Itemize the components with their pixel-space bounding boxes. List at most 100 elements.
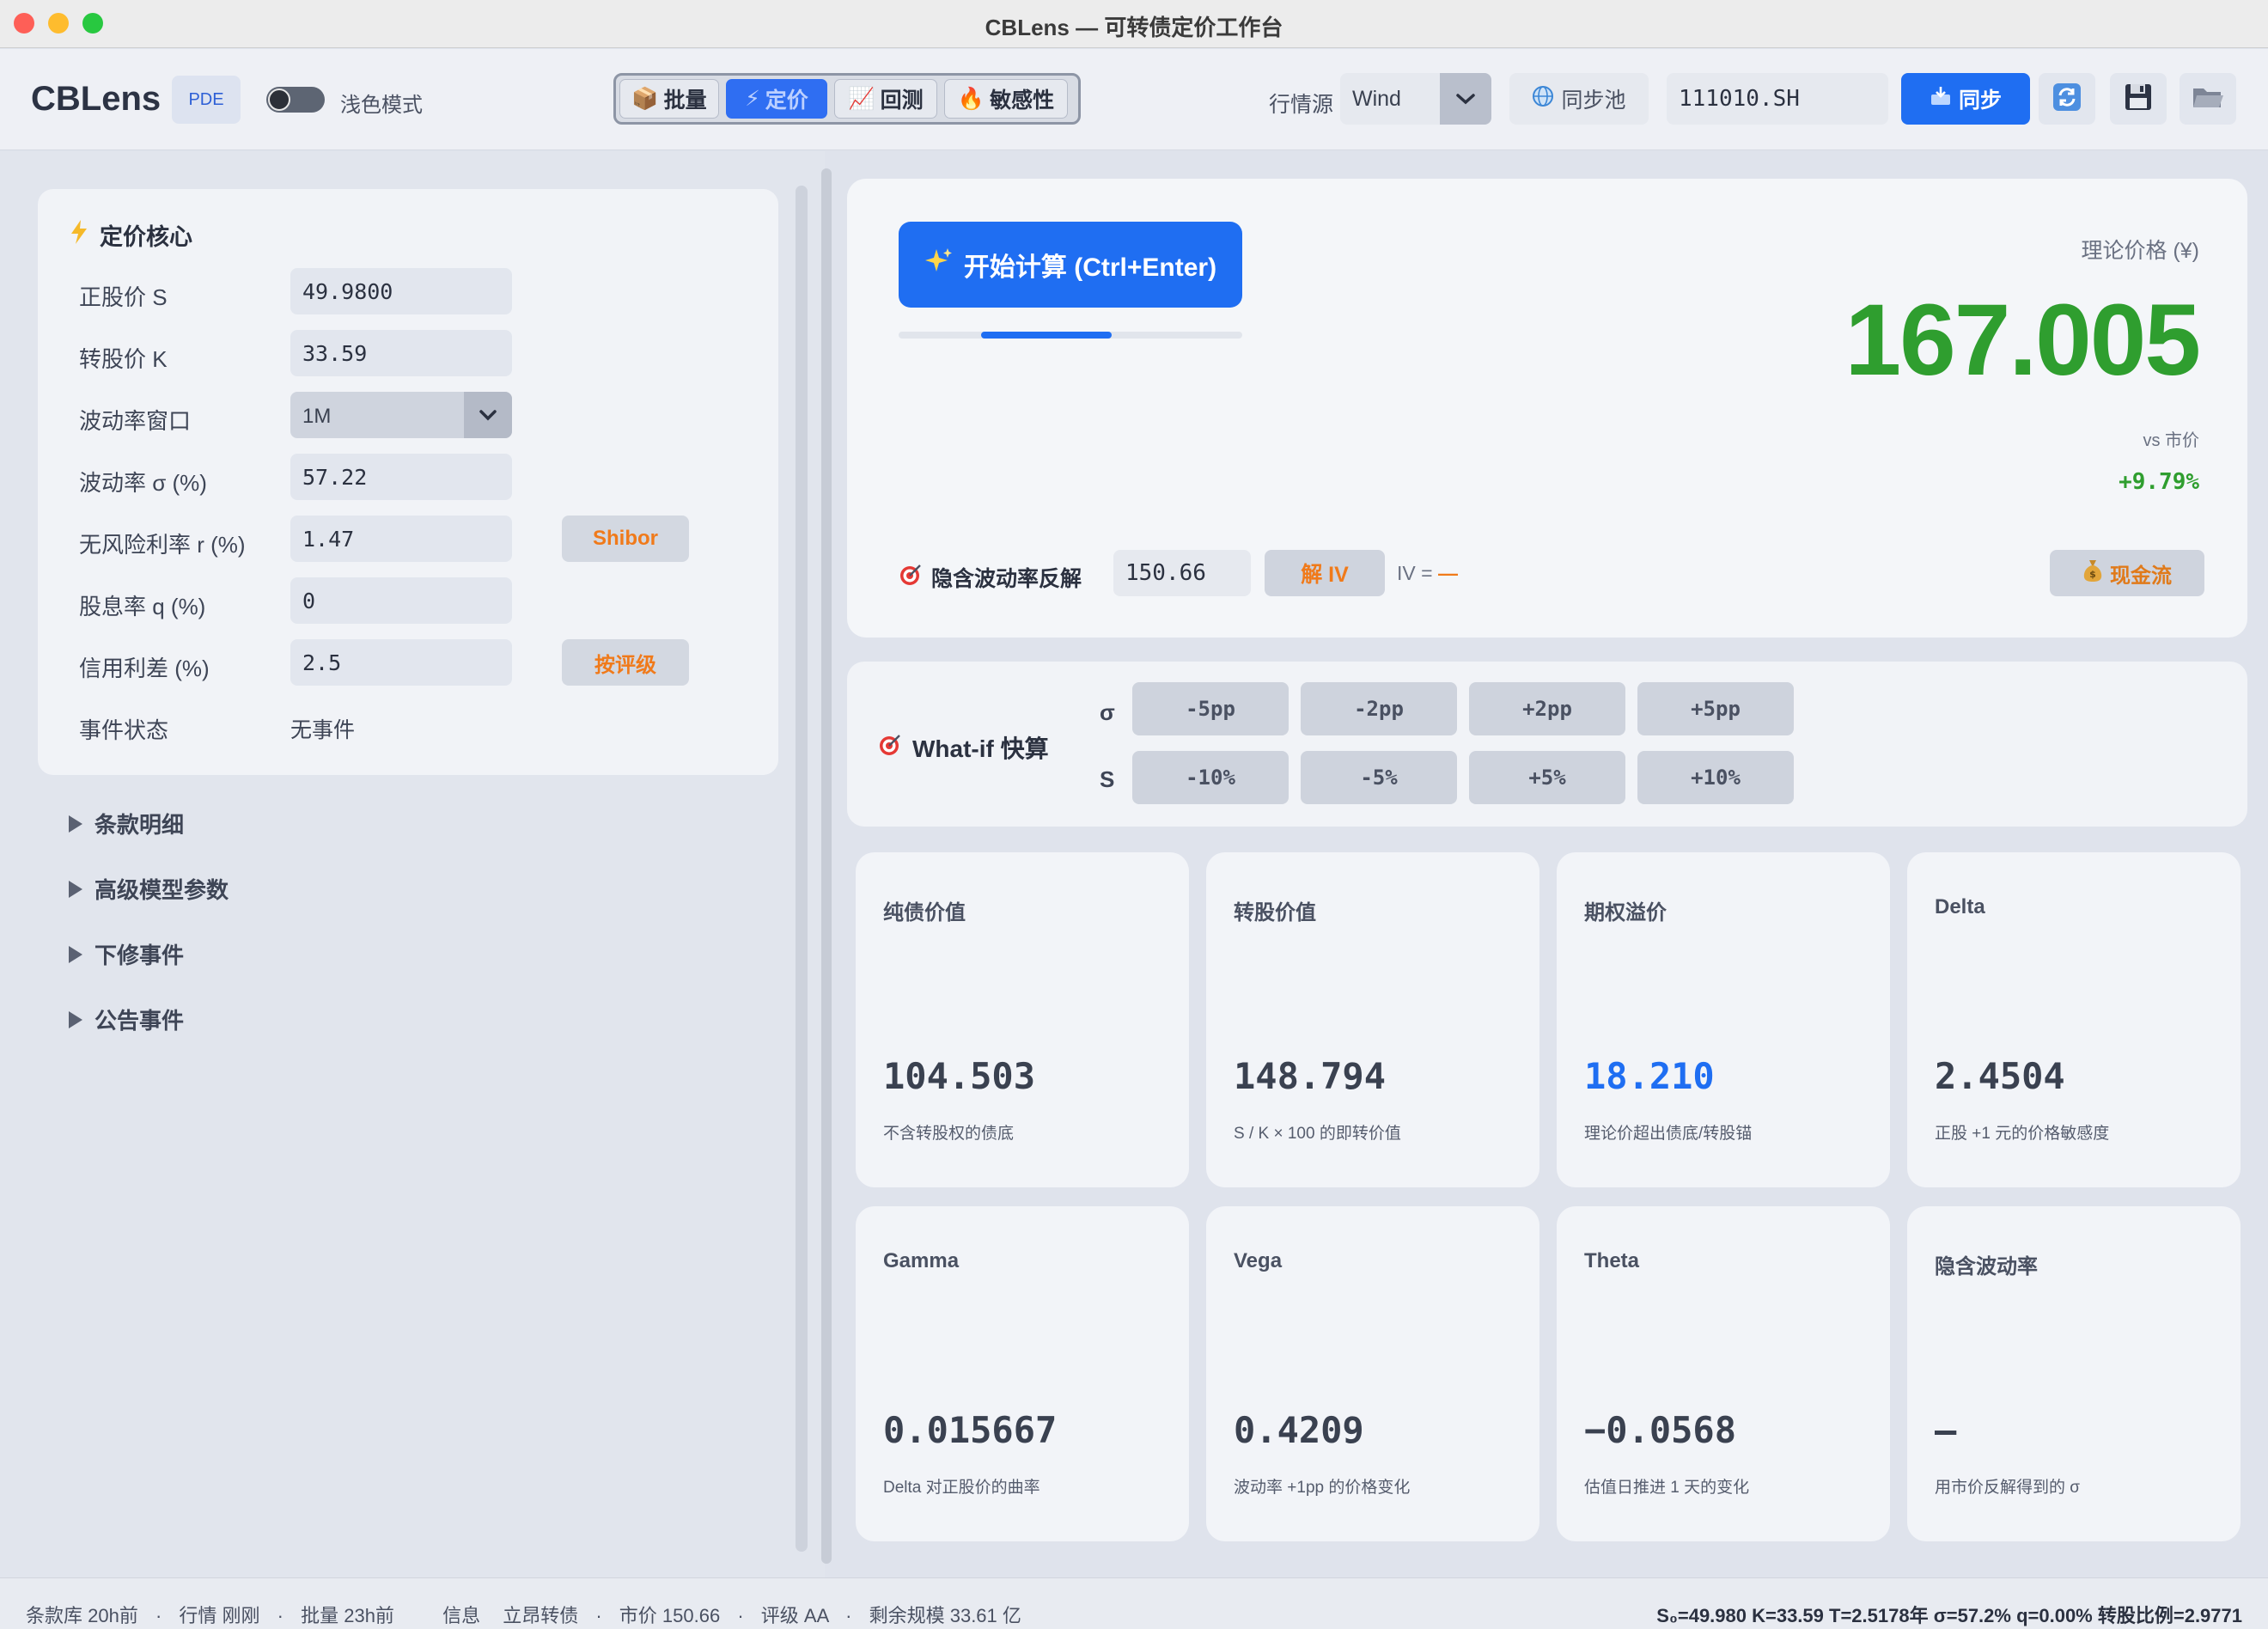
metric-card-implied-vol: 隐含波动率 — 用市价反解得到的 σ — [1907, 1206, 2241, 1541]
sigma-minus5-button[interactable]: -5pp — [1132, 682, 1289, 735]
mode-backtest-button[interactable]: 📈 回测 — [834, 79, 937, 119]
cashflow-button[interactable]: $ 现金流 — [2050, 550, 2204, 596]
metric-desc: 不含转股权的债底 — [883, 1125, 1015, 1143]
panel-splitter[interactable] — [821, 168, 832, 1564]
status-separator: · — [277, 1605, 284, 1626]
shibor-button[interactable]: Shibor — [562, 516, 689, 562]
status-info-label: 信息 — [442, 1605, 481, 1626]
mode-sensitivity-button[interactable]: 🔥 敏感性 — [944, 79, 1068, 119]
refresh-icon — [2052, 82, 2082, 117]
sigma-plus2-button[interactable]: +2pp — [1469, 682, 1625, 735]
s-minus10-button[interactable]: -10% — [1132, 751, 1289, 804]
risk-free-label: 无风险利率 r (%) — [79, 532, 246, 558]
status-terms-db: 条款库 20h前 — [26, 1605, 138, 1626]
mode-batch-button[interactable]: 📦 批量 — [619, 79, 719, 119]
engine-badge[interactable]: PDE — [172, 76, 241, 124]
fire-icon: 🔥 — [957, 86, 985, 111]
whatif-title-text: What-if 快算 — [912, 735, 1049, 762]
vol-window-label: 波动率窗口 — [79, 408, 192, 434]
target-icon — [899, 563, 923, 593]
status-params: S₀=49.980 K=33.59 T=2.5178年 σ=57.2% q=0.… — [1656, 1605, 2242, 1626]
mode-label: 批量 — [663, 88, 707, 113]
disclosure-triangle-icon — [69, 814, 82, 833]
metric-card-vega: Vega 0.4209 波动率 +1pp 的价格变化 — [1206, 1206, 1539, 1541]
section-advanced-model[interactable]: 高级模型参数 — [69, 873, 229, 905]
s-row-label: S — [1100, 766, 1115, 792]
conv-price-input[interactable]: 33.59 — [290, 330, 512, 376]
svg-text:$: $ — [2089, 569, 2096, 580]
theme-toggle[interactable] — [266, 87, 325, 113]
metric-desc: S / K × 100 的即转价值 — [1234, 1125, 1401, 1143]
mode-pricing-button[interactable]: ⚡ 定价 — [726, 79, 827, 119]
metric-value: 104.503 — [883, 1055, 1036, 1097]
cashflow-label: 现金流 — [2110, 564, 2172, 588]
sigma-minus2-button[interactable]: -2pp — [1301, 682, 1457, 735]
toggle-knob — [268, 88, 290, 111]
risk-free-input[interactable]: 1.47 — [290, 516, 512, 562]
field-conv-price: 转股价 K 33.59 — [79, 330, 749, 378]
section-reset-events[interactable]: 下修事件 — [69, 938, 184, 970]
s-minus5-button[interactable]: -5% — [1301, 751, 1457, 804]
status-batch: 批量 23h前 — [301, 1605, 394, 1626]
s-plus10-button[interactable]: +10% — [1637, 751, 1794, 804]
inbox-icon — [1930, 86, 1952, 113]
source-select[interactable]: Wind — [1340, 73, 1491, 125]
credit-spread-label: 信用利差 (%) — [79, 656, 210, 681]
status-market-price: 市价 150.66 — [619, 1605, 721, 1626]
globe-icon — [1532, 85, 1554, 113]
start-calc-button[interactable]: 开始计算 (Ctrl+Enter) — [899, 222, 1242, 308]
metric-value: 2.4504 — [1935, 1055, 2065, 1097]
status-quotes: 行情 刚刚 — [179, 1605, 260, 1626]
left-scrollbar[interactable] — [796, 186, 808, 1552]
refresh-button[interactable] — [2039, 73, 2095, 125]
solve-iv-button[interactable]: 解 IV — [1265, 550, 1385, 596]
target-icon — [878, 733, 902, 763]
metric-value: 148.794 — [1234, 1055, 1387, 1097]
section-announcements[interactable]: 公告事件 — [69, 1004, 184, 1035]
save-button[interactable] — [2110, 73, 2167, 125]
metric-label: 期权溢价 — [1584, 901, 1667, 924]
metric-card-conversion-value: 转股价值 148.794 S / K × 100 的即转价值 — [1206, 852, 1539, 1187]
vol-window-value: 1M — [302, 405, 332, 428]
progress-fill — [981, 332, 1112, 339]
source-label: 行情源 — [1269, 93, 1334, 117]
title-bar: CBLens — 可转债定价工作台 — [0, 0, 2268, 48]
by-rating-button[interactable]: 按评级 — [562, 639, 689, 686]
mode-segmented-control: 📦 批量 ⚡ 定价 📈 回测 🔥 敏感性 — [613, 73, 1081, 125]
implied-vol-row: 隐含波动率反解 150.66 解 IV IV = — $ 现金流 — [899, 550, 2204, 598]
source-value: Wind — [1352, 87, 1401, 111]
metric-label: Vega — [1234, 1249, 1283, 1272]
mode-label: 敏感性 — [990, 88, 1055, 113]
floppy-disk-icon — [2123, 82, 2154, 117]
whatif-title: What-if 快算 — [878, 730, 1049, 765]
sync-pool-label: 同步池 — [1561, 88, 1626, 113]
vol-input[interactable]: 57.22 — [290, 454, 512, 500]
market-price-input[interactable]: 150.66 — [1113, 550, 1251, 596]
s-plus5-button[interactable]: +5% — [1469, 751, 1625, 804]
credit-spread-input[interactable]: 2.5 — [290, 639, 512, 686]
pricing-core-card: 定价核心 正股价 S 49.9800 转股价 K 33.59 波动率窗口 1M … — [38, 189, 778, 775]
section-terms[interactable]: 条款明细 — [69, 808, 184, 839]
open-folder-button[interactable] — [2180, 73, 2236, 125]
money-bag-icon: $ — [2082, 558, 2103, 589]
theoretical-price-label: 理论价格 (¥) — [2081, 239, 2199, 263]
metric-desc: 用市价反解得到的 σ — [1935, 1479, 2081, 1497]
implied-vol-label-text: 隐含波动率反解 — [931, 567, 1082, 591]
metric-value: — — [1935, 1409, 1957, 1451]
sigma-plus5-button[interactable]: +5pp — [1637, 682, 1794, 735]
dividend-input[interactable]: 0 — [290, 577, 512, 624]
metric-label: 隐含波动率 — [1935, 1255, 2038, 1278]
disclosure-triangle-icon — [69, 1010, 82, 1028]
vol-window-select[interactable]: 1M — [290, 392, 512, 438]
sync-pool-button[interactable]: 同步池 — [1509, 73, 1649, 125]
status-bond-name: 立昂转债 — [503, 1605, 579, 1626]
stock-price-input[interactable]: 49.9800 — [290, 268, 512, 314]
sync-button[interactable]: 同步 — [1901, 73, 2030, 125]
bond-code-input[interactable] — [1667, 73, 1888, 125]
conv-price-label: 转股价 K — [79, 346, 168, 372]
metric-card-bond-value: 纯债价值 104.503 不含转股权的债底 — [856, 852, 1189, 1187]
metric-value: 0.4209 — [1234, 1409, 1364, 1451]
vs-market-label: vs 市价 — [2143, 431, 2199, 450]
calc-progress-bar — [899, 332, 1242, 339]
disclosure-triangle-icon — [69, 945, 82, 963]
